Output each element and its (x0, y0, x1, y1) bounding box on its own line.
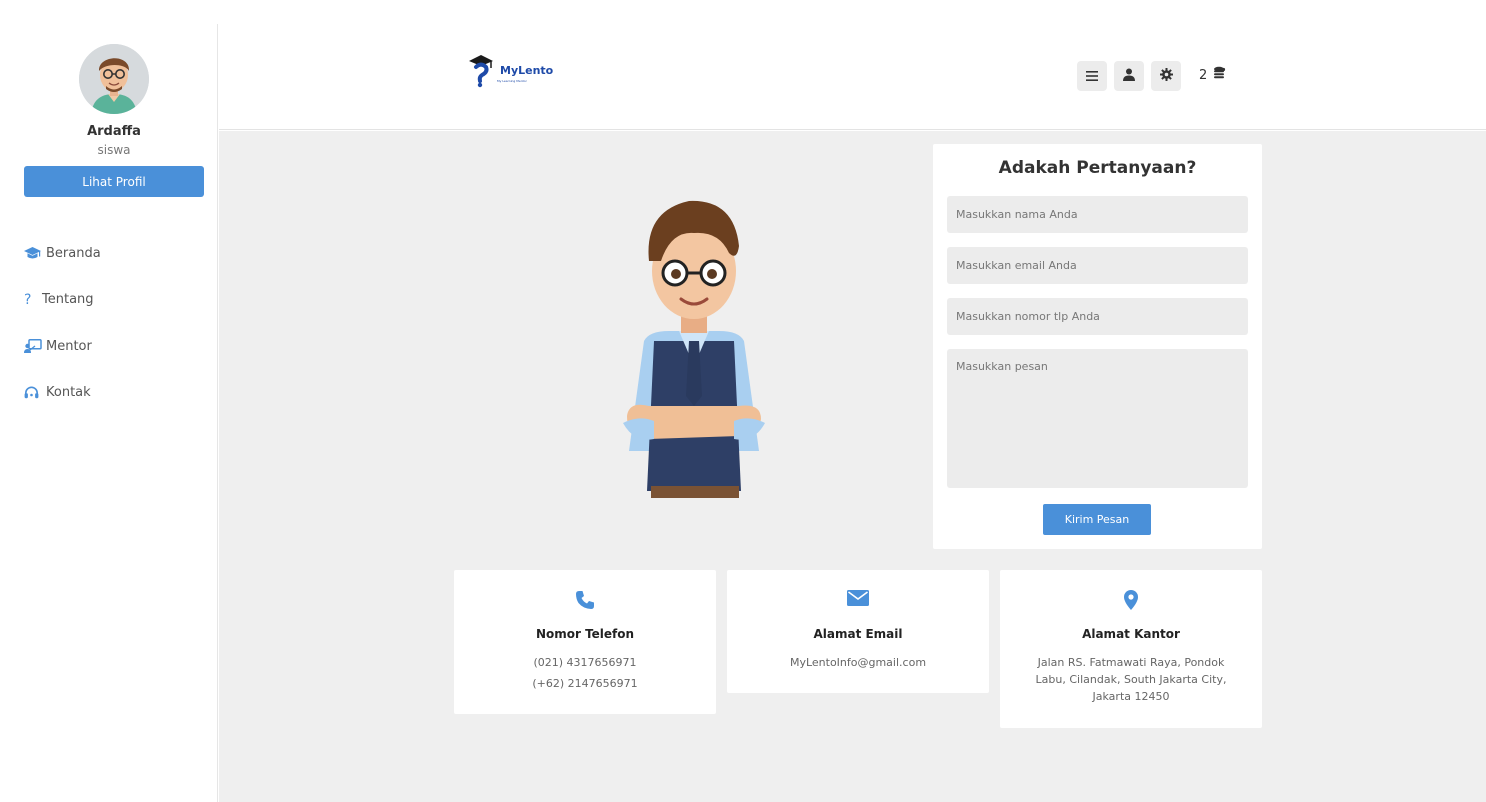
coin-count: 2 (1199, 67, 1208, 83)
logo-mark-icon (469, 55, 493, 88)
view-profile-button[interactable]: Lihat Profil (24, 166, 204, 197)
info-card-phone: Nomor Telefon (021) 4317656971 (+62) 214… (454, 570, 716, 714)
logo[interactable]: MyLento My Learning Mentor (467, 54, 553, 88)
message-input[interactable] (947, 349, 1248, 488)
headset-icon (24, 386, 46, 400)
info-card-email: Alamat Email MyLentoInfo@gmail.com (727, 570, 989, 693)
user-name: Ardaffa (87, 124, 141, 139)
top-header: MyLento My Learning Mentor 2 (219, 24, 1486, 130)
phone-icon (454, 590, 716, 610)
office-card-title: Alamat Kantor (1082, 627, 1180, 641)
contact-form-title: Adakah Pertanyaan? (998, 158, 1197, 178)
sidebar-item-kontak[interactable]: Kontak (24, 370, 204, 417)
sidebar: Ardaffa siswa Lihat Profil Beranda ? Ten… (0, 24, 218, 802)
question-icon: ? (24, 291, 32, 308)
user-role: siswa (97, 143, 131, 157)
email-input[interactable] (947, 247, 1248, 284)
logo-text: MyLento (500, 64, 554, 77)
send-message-button[interactable]: Kirim Pesan (1043, 504, 1151, 535)
sidebar-item-beranda[interactable]: Beranda (24, 230, 204, 277)
logo-subtitle: My Learning Mentor (497, 79, 527, 83)
sidebar-item-label: Kontak (46, 385, 91, 401)
sidebar-item-label: Beranda (46, 245, 101, 261)
sidebar-nav: Beranda ? Tentang Mentor Kontak (24, 230, 204, 416)
sidebar-item-label: Tentang (42, 292, 94, 308)
menu-button[interactable] (1077, 61, 1107, 91)
location-pin-icon (1000, 590, 1262, 610)
graduation-cap-icon (24, 246, 46, 260)
sidebar-item-label: Mentor (46, 338, 92, 354)
avatar (79, 44, 149, 114)
coins-icon (1213, 66, 1226, 84)
phone-card-title: Nomor Telefon (535, 627, 635, 641)
user-icon (1123, 68, 1135, 85)
office-line-2: Labu, Cilandak, South Jakarta City, (1035, 673, 1227, 686)
envelope-icon (727, 590, 989, 606)
office-line-1: Jalan RS. Fatmawati Raya, Pondok (1037, 656, 1225, 669)
phone-line-2: (+62) 2147656971 (532, 677, 638, 690)
coin-counter: 2 (1199, 66, 1226, 84)
sidebar-item-mentor[interactable]: Mentor (24, 323, 204, 370)
profile-button[interactable] (1114, 61, 1144, 91)
email-line-1: MyLentoInfo@gmail.com (789, 656, 927, 669)
settings-button[interactable] (1151, 61, 1181, 91)
phone-line-1: (021) 4317656971 (533, 656, 637, 669)
phone-input[interactable] (947, 298, 1248, 335)
contact-form-card: Adakah Pertanyaan? Kirim Pesan (933, 144, 1262, 549)
student-illustration (609, 191, 779, 503)
hamburger-icon (1086, 68, 1098, 85)
main-content: Adakah Pertanyaan? Kirim Pesan Nomor Tel… (219, 131, 1486, 802)
teacher-icon (24, 339, 46, 354)
email-card-title: Alamat Email (813, 627, 903, 641)
gear-icon (1159, 67, 1173, 85)
info-card-office: Alamat Kantor Jalan RS. Fatmawati Raya, … (1000, 570, 1262, 728)
office-line-3: Jakarta 12450 (1092, 690, 1170, 703)
sidebar-item-tentang[interactable]: ? Tentang (24, 277, 204, 324)
name-input[interactable] (947, 196, 1248, 233)
